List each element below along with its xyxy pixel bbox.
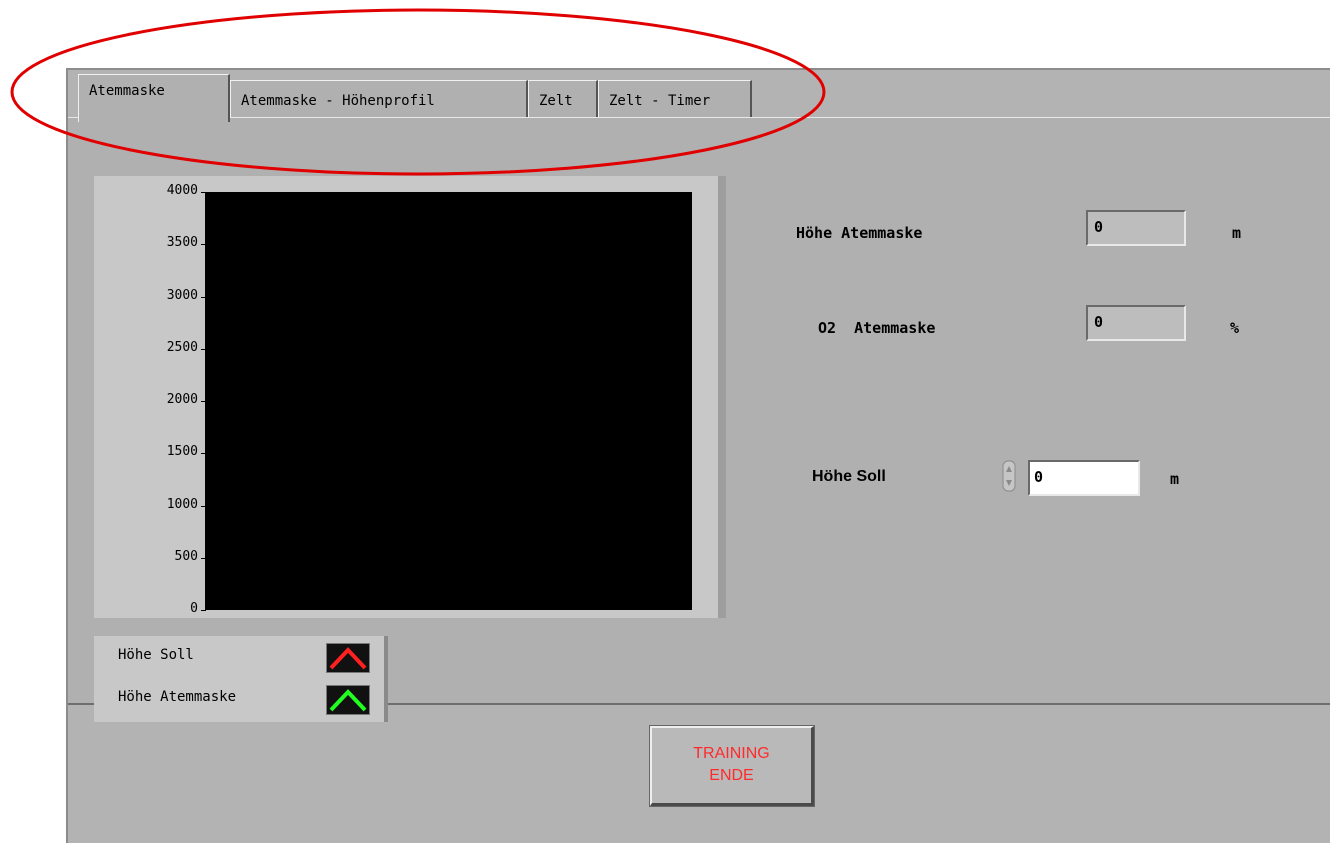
hoehe-atemmaske-unit: m [1232, 224, 1242, 242]
hoehe-soll-input[interactable]: 0 [1028, 460, 1140, 496]
training-ende-button[interactable]: TRAINING ENDE [649, 725, 815, 807]
y-tick-label: 0 [190, 601, 198, 616]
o2-atemmaske-indicator: 0 [1086, 305, 1186, 341]
hoehe-atemmaske-indicator: 0 [1086, 210, 1186, 246]
y-tick-label: 1000 [166, 496, 198, 512]
plot-area[interactable] [206, 192, 692, 610]
o2-atemmaske-label: O2 Atemmaske [818, 319, 936, 337]
tab-label: Atemmaske - Höhenprofil [241, 93, 435, 109]
hoehe-soll-label: Höhe Soll [812, 468, 886, 485]
y-tick-label: 3500 [166, 235, 198, 251]
main-window: Atemmaske Atemmaske - Höhenprofil Zelt Z… [66, 68, 1330, 843]
y-tick-label: 3000 [166, 287, 198, 303]
legend-item-hoehe-soll[interactable]: Höhe Soll [94, 639, 384, 677]
plot-svg [206, 192, 692, 610]
button-label-line2: ENDE [709, 767, 754, 784]
tab-label: Zelt [539, 93, 573, 109]
y-tick-label: 2500 [166, 339, 198, 355]
tab-atemmaske-hoehenprofil[interactable]: Atemmaske - Höhenprofil [230, 80, 528, 122]
y-tick-mark [201, 610, 206, 611]
plot-legend: Höhe Soll Höhe Atemmaske [94, 636, 388, 722]
line-style-icon [329, 689, 367, 712]
waveform-chart: 4000 3500 3000 2500 2000 1500 1000 500 0 [94, 176, 726, 618]
legend-item-hoehe-atemmaske[interactable]: Höhe Atemmaske [94, 681, 384, 719]
tab-zelt-timer[interactable]: Zelt - Timer [598, 80, 752, 122]
legend-swatch-red[interactable] [326, 643, 370, 673]
hoehe-soll-unit: m [1170, 470, 1180, 488]
spinner-arrows-icon [1002, 460, 1016, 492]
legend-label: Höhe Atemmaske [118, 689, 237, 705]
tab-panel-atemmaske: 4000 3500 3000 2500 2000 1500 1000 500 0 Höhe So… [68, 117, 1330, 722]
tab-label: Atemmaske [89, 83, 165, 99]
o2-atemmaske-unit: % [1230, 319, 1240, 337]
legend-label: Höhe Soll [118, 647, 194, 663]
line-style-icon [329, 647, 367, 670]
y-tick-label: 2000 [166, 392, 198, 407]
y-axis: 4000 3500 3000 2500 2000 1500 1000 500 0 [94, 176, 206, 618]
y-tick-label: 500 [174, 548, 198, 564]
tab-zelt[interactable]: Zelt [528, 80, 598, 122]
tab-atemmaske[interactable]: Atemmaske [78, 74, 230, 122]
tab-label: Zelt - Timer [609, 93, 711, 109]
hoehe-atemmaske-label: Höhe Atemmaske [796, 224, 923, 242]
y-tick-label: 1500 [166, 444, 198, 460]
button-label-line1: TRAINING [693, 745, 770, 762]
y-tick-label: 4000 [166, 183, 198, 198]
increment-decrement-arrows[interactable] [1002, 460, 1016, 492]
legend-swatch-green[interactable] [326, 685, 370, 715]
